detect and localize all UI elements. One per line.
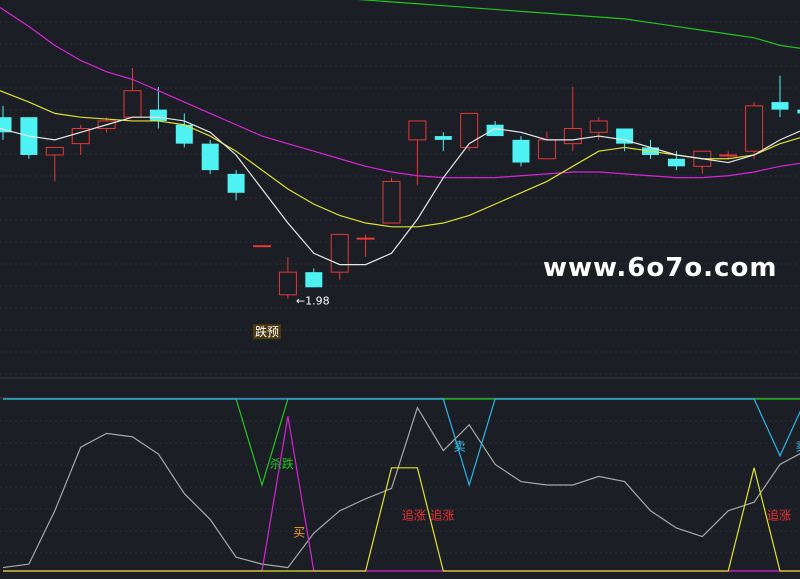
candle-body xyxy=(305,272,323,288)
indicator-signal-label: 卖 xyxy=(454,440,466,454)
candle-body xyxy=(253,245,271,248)
candle-body xyxy=(563,128,582,145)
low-price-annotation: ←1.98 xyxy=(296,295,330,308)
candle xyxy=(20,117,38,159)
candle-body xyxy=(745,105,764,152)
candle xyxy=(382,177,401,224)
candle-body xyxy=(460,112,479,148)
candle-body xyxy=(382,180,401,224)
candle-body xyxy=(278,271,297,296)
candle xyxy=(745,102,764,159)
indicator-signal-label: 买 xyxy=(293,526,305,540)
watermark-text: www.6o7o.com xyxy=(543,253,777,283)
candle xyxy=(201,139,219,174)
candle xyxy=(512,136,530,167)
candle-body xyxy=(408,120,427,141)
candle-body xyxy=(434,136,452,140)
candle xyxy=(460,112,479,152)
candle-body xyxy=(149,109,167,121)
indicator-signal-label: 卖 xyxy=(796,440,800,454)
candle-body xyxy=(589,120,608,133)
chart-background xyxy=(0,0,800,579)
indicator-signal-label: 杀跌 xyxy=(270,456,294,471)
fall-warning-label: 跌预 xyxy=(255,324,279,339)
chart-stage: ←1.98跌预 杀跌买追涨追涨卖追涨卖 www.6o7o.com xyxy=(0,0,800,579)
candle-body xyxy=(667,158,685,167)
candle-body xyxy=(356,237,375,240)
candle-body xyxy=(227,173,245,193)
indicator-signal-label: 追涨 xyxy=(430,507,454,522)
stock-chart: ←1.98跌预 杀跌买追涨追涨卖追涨卖 www.6o7o.com xyxy=(0,0,800,579)
candle xyxy=(253,245,271,248)
candle-body xyxy=(201,143,219,171)
candle-body xyxy=(537,139,556,160)
candle-body xyxy=(123,90,142,118)
candle-body xyxy=(719,154,738,157)
candle-body xyxy=(45,146,64,156)
candle-body xyxy=(771,102,789,110)
indicator-signal-label: 追涨 xyxy=(402,507,426,522)
candle-body xyxy=(512,139,530,163)
candle-body xyxy=(330,233,349,273)
indicator-signal-label: 追涨 xyxy=(767,507,791,522)
candle-body xyxy=(486,124,504,137)
